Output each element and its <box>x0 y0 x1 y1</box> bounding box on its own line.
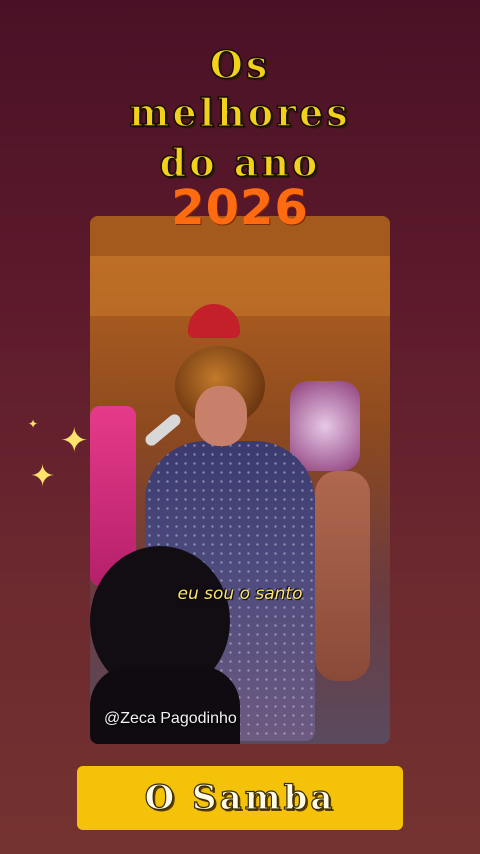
dancer-leg <box>315 471 370 681</box>
microphone <box>143 411 183 449</box>
sparkle-icon: ✦ <box>30 459 56 494</box>
category-banner[interactable]: O Samba <box>77 766 403 830</box>
year-label: 2026 <box>171 180 309 236</box>
singer-face <box>195 386 247 446</box>
video-watermark: @Zeca Pagodinho <box>104 710 237 727</box>
title-line-2: melhores <box>129 89 351 136</box>
video-player[interactable]: eu sou o santo @Zeca Pagodinho <box>90 216 390 744</box>
title-line-1: Os <box>209 41 271 88</box>
video-caption: eu sou o santo <box>177 584 303 604</box>
dancer-sequin <box>290 381 360 471</box>
category-banner-label: O Samba <box>144 777 336 818</box>
title-line-3: do ano <box>159 139 321 186</box>
sparkle-icon: ✦ <box>28 417 39 431</box>
stage-backdrop-lower <box>90 256 390 316</box>
audience-silhouette-body <box>90 666 240 744</box>
sparkle-icon: ✦ <box>60 421 89 461</box>
